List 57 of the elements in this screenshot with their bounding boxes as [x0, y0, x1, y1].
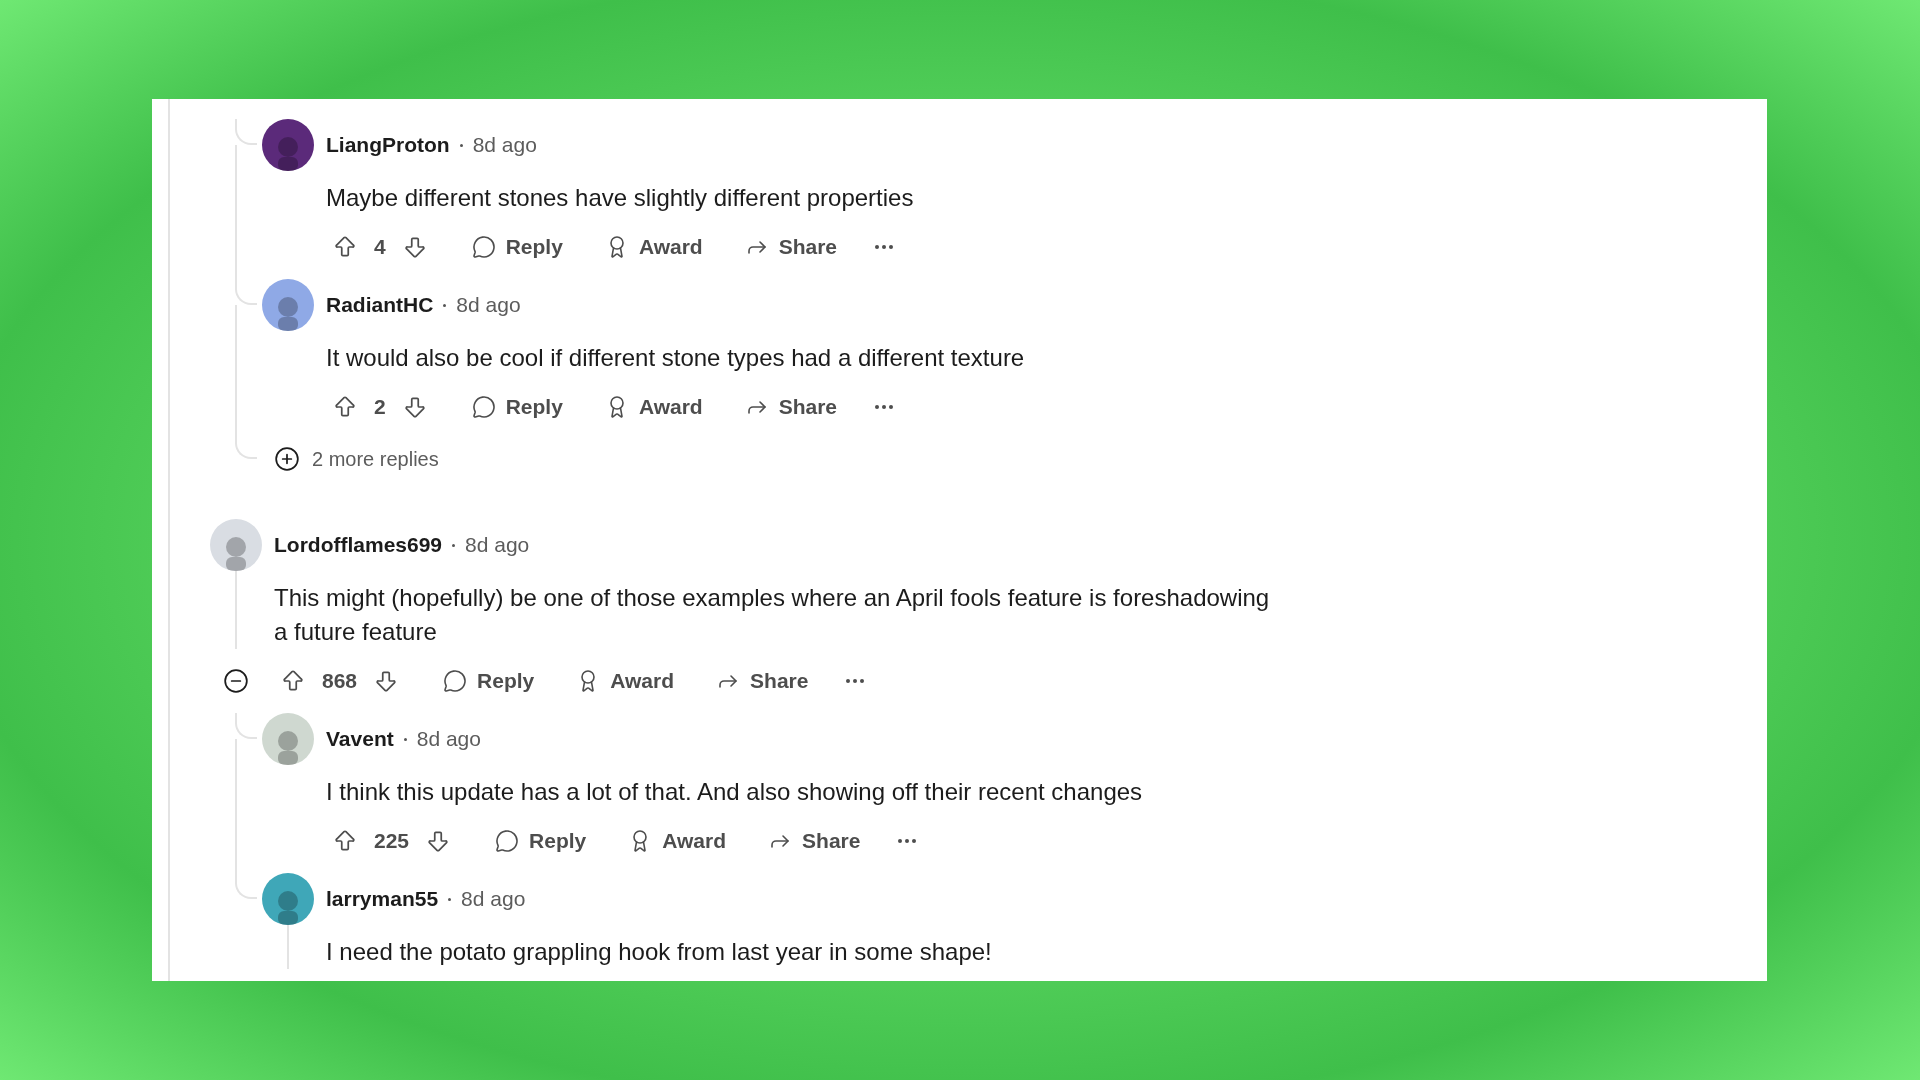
vote-count: 2	[374, 395, 386, 419]
ellipsis-icon	[846, 679, 865, 683]
vote-count: 868	[322, 669, 358, 693]
up-arrow-icon	[332, 828, 358, 854]
award-button[interactable]: Award	[594, 229, 713, 265]
share-button[interactable]: Share	[758, 823, 871, 859]
timestamp: 8d ago	[416, 727, 481, 751]
vote-count: 225	[374, 829, 410, 853]
username[interactable]: Lordofflames699	[274, 533, 443, 557]
share-button[interactable]: Share	[706, 663, 819, 699]
share-button[interactable]: Share	[734, 229, 848, 265]
ellipsis-icon	[898, 839, 917, 843]
separator-dot	[459, 143, 463, 147]
separator-dot	[452, 543, 456, 547]
reply-button[interactable]: Reply	[461, 389, 573, 425]
comment-text: Maybe different stones have slightly different properties	[326, 183, 915, 213]
more-replies-link[interactable]: 2 more replies	[262, 439, 439, 479]
speech-bubble-icon	[443, 669, 468, 693]
up-arrow-icon	[332, 394, 358, 420]
comment-text: I think this update has a lot of that. And also showing off their recent changes	[326, 777, 1144, 807]
share-button[interactable]: Share	[734, 389, 848, 425]
award-button[interactable]: Award	[618, 823, 737, 859]
ellipsis-icon	[875, 245, 894, 249]
username[interactable]: Vavent	[326, 727, 394, 751]
speech-bubble-icon	[495, 829, 520, 853]
timestamp: 8d ago	[456, 293, 521, 317]
speech-bubble-icon	[471, 395, 496, 419]
separator-dot	[443, 303, 447, 307]
username[interactable]: larryman55	[326, 887, 439, 911]
reply-button[interactable]: Reply	[461, 229, 573, 265]
reply-button[interactable]: Reply	[485, 823, 597, 859]
ellipsis-icon	[875, 405, 894, 409]
username[interactable]: RadiantHC	[326, 293, 434, 317]
comment-text: I need the potato grappling hook from last year in some shape!	[326, 937, 993, 967]
username[interactable]: LiangProton	[326, 133, 450, 157]
award-button[interactable]: Award	[566, 663, 685, 699]
thread-connector	[235, 439, 257, 459]
speech-bubble-icon	[471, 235, 496, 259]
thread-connector	[235, 713, 257, 739]
up-arrow-icon	[332, 234, 358, 260]
timestamp: 8d ago	[461, 887, 526, 911]
comment-text: It would also be cool if different stone types had a different texture	[326, 343, 1026, 373]
separator-dot	[403, 737, 407, 741]
separator-dot	[448, 897, 452, 901]
award-button[interactable]: Award	[594, 389, 713, 425]
timestamp: 8d ago	[472, 133, 537, 157]
thread-connector	[235, 119, 257, 145]
up-arrow-icon	[280, 668, 306, 694]
vote-count: 4	[374, 235, 386, 259]
thread-connector	[235, 873, 257, 899]
timestamp: 8d ago	[465, 533, 530, 557]
minus-circle-icon	[223, 668, 249, 694]
avatar[interactable]	[262, 119, 314, 171]
plus-circle-icon	[274, 446, 300, 472]
reply-button[interactable]: Reply	[433, 663, 545, 699]
thread-connector	[235, 279, 257, 305]
comment-text: This might (hopefully) be one of those examples where an April fools feature is foreshadowing a future feature	[274, 583, 1271, 647]
